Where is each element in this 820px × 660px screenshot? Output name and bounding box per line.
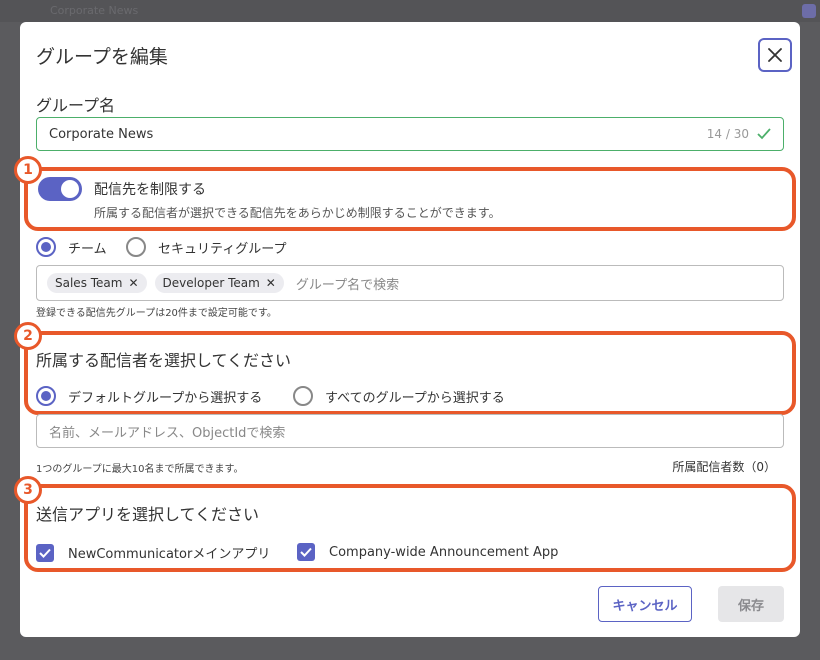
remove-tag-icon[interactable]: ✕ [266,276,276,290]
group-name-input[interactable]: Corporate News 14 / 30 [36,117,784,151]
tag-label: Developer Team [162,276,260,290]
app-checkbox-main[interactable]: NewCommunicatorメインアプリ [36,543,270,562]
member-search-placeholder: 名前、メールアドレス、ObjectIdで検索 [49,425,286,441]
group-name-value: Corporate News [49,126,154,142]
background-title-text: Corporate News [50,4,139,17]
app-main-label: NewCommunicatorメインアプリ [68,547,271,562]
dialog-title: グループを編集 [36,46,168,68]
app-checkbox-announcement[interactable]: Company-wide Announcement App [297,543,558,561]
radio-security-group[interactable] [126,237,146,257]
tag-search-placeholder[interactable]: グループ名で検索 [296,274,399,293]
target-radio-security[interactable]: セキュリティグループ [126,237,286,257]
radio-default-label: デフォルトグループから選択する [68,390,263,406]
radio-team-label: チーム [68,241,107,257]
callout-box-1 [24,167,796,231]
member-hint: 1つのグループに最大10名まで所属できます。 [36,464,244,475]
target-group-search[interactable]: Sales Team ✕ Developer Team ✕ グループ名で検索 [36,265,784,301]
radio-all-label: すべてのグループから選択する [325,390,505,406]
target-radio-team[interactable]: チーム [36,237,107,257]
members-section-title: 所属する配信者を選択してください [36,351,292,370]
tag-hint: 登録できる配信先グループは20件まで設定可能です。 [36,308,277,319]
members-radio-all[interactable]: すべてのグループから選択する [293,386,505,406]
radio-default-group[interactable] [36,386,56,406]
group-name-counter: 14 / 30 [706,127,749,141]
app-announcement-label: Company-wide Announcement App [329,544,559,560]
background-indicator [802,4,816,18]
tag-item: Developer Team ✕ [154,273,284,293]
tag-label: Sales Team [55,276,123,290]
close-button[interactable] [758,38,792,72]
callout-badge-2: 2 [14,322,42,350]
save-button[interactable]: 保存 [718,586,784,622]
member-count: 所属配信者数（0） [672,460,776,474]
remove-tag-icon[interactable]: ✕ [128,276,138,290]
checkbox-announcement-app[interactable] [297,543,315,561]
restrict-toggle[interactable] [38,177,82,201]
toggle-knob [61,180,79,198]
radio-team[interactable] [36,237,56,257]
restrict-description: 所属する配信者が選択できる配信先をあらかじめ制限することができます。 [94,206,501,220]
restrict-title: 配信先を制限する [94,182,206,198]
checkmark-icon [300,547,312,557]
edit-group-dialog: グループを編集 グループ名 Corporate News 14 / 30 1 配… [14,22,800,637]
checkbox-main-app[interactable] [36,543,54,562]
group-name-label: グループ名 [36,96,116,115]
apps-section-title: 送信アプリを選択してください [36,505,260,524]
member-search-input[interactable]: 名前、メールアドレス、ObjectIdで検索 [36,414,784,448]
check-icon [757,128,771,140]
callout-badge-3: 3 [14,476,42,504]
radio-all-groups[interactable] [293,386,313,406]
radio-security-label: セキュリティグループ [158,241,287,257]
background-window-title: Corporate News [0,0,820,22]
members-radio-default[interactable]: デフォルトグループから選択する [36,386,262,406]
callout-badge-1: 1 [14,156,42,184]
cancel-button[interactable]: キャンセル [598,586,692,622]
checkmark-icon [39,548,51,558]
close-icon [768,48,782,62]
tag-item: Sales Team ✕ [47,273,147,293]
